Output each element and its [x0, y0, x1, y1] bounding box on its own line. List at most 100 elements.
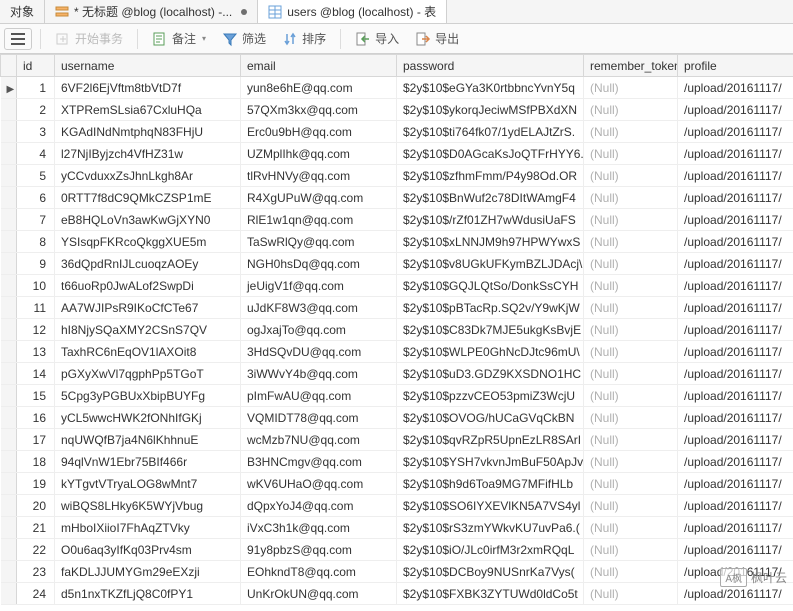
- cell-password[interactable]: $2y$10$uD3.GDZ9KXSDNO1HC: [397, 363, 584, 385]
- cell-id[interactable]: 1: [17, 77, 55, 99]
- tab-untitled-query[interactable]: * 无标题 @blog (localhost) -...: [45, 0, 258, 23]
- cell-username[interactable]: yCCvduxxZsJhnLkgh8Ar: [55, 165, 241, 187]
- cell-profile[interactable]: /upload/20161117/: [678, 451, 793, 473]
- cell-password[interactable]: $2y$10$qvRZpR5UpnEzLR8SArI: [397, 429, 584, 451]
- cell-username[interactable]: O0u6aq3yIfKq03Prv4sm: [55, 539, 241, 561]
- table-row[interactable]: 60RTT7f8dC9QMkCZSP1mER4XgUPuW@qq.com$2y$…: [1, 187, 793, 209]
- cell-id[interactable]: 7: [17, 209, 55, 231]
- cell-email[interactable]: yun8e6hE@qq.com: [241, 77, 397, 99]
- table-row[interactable]: 12hI8NjySQaXMY2CSnS7QVogJxajTo@qq.com$2y…: [1, 319, 793, 341]
- begin-transaction-button[interactable]: 开始事务: [49, 27, 129, 50]
- cell-username[interactable]: t66uoRp0JwALof2SwpDi: [55, 275, 241, 297]
- cell-remember-token[interactable]: (Null): [584, 187, 678, 209]
- cell-username[interactable]: hI8NjySQaXMY2CSnS7QV: [55, 319, 241, 341]
- cell-email[interactable]: iVxC3h1k@qq.com: [241, 517, 397, 539]
- cell-password[interactable]: $2y$10$h9d6Toa9MG7MFifHLb: [397, 473, 584, 495]
- cell-id[interactable]: 4: [17, 143, 55, 165]
- cell-username[interactable]: 6VF2l6EjVftm8tbVtD7f: [55, 77, 241, 99]
- cell-email[interactable]: dQpxYoJ4@qq.com: [241, 495, 397, 517]
- cell-email[interactable]: jeUigV1f@qq.com: [241, 275, 397, 297]
- cell-username[interactable]: mHboIXiioI7FhAqZTVky: [55, 517, 241, 539]
- cell-profile[interactable]: /upload/20161117/: [678, 253, 793, 275]
- cell-remember-token[interactable]: (Null): [584, 209, 678, 231]
- cell-password[interactable]: $2y$10$eGYa3K0rtbbncYvnY5q: [397, 77, 584, 99]
- cell-remember-token[interactable]: (Null): [584, 407, 678, 429]
- cell-id[interactable]: 5: [17, 165, 55, 187]
- cell-remember-token[interactable]: (Null): [584, 429, 678, 451]
- cell-password[interactable]: $2y$10$WLPE0GhNcDJtc96mU\: [397, 341, 584, 363]
- cell-password[interactable]: $2y$10$ykorqJeciwMSfPBXdXN: [397, 99, 584, 121]
- table-row[interactable]: 1894qlVnW1Ebr75BIf466rB3HNCmgv@qq.com$2y…: [1, 451, 793, 473]
- cell-remember-token[interactable]: (Null): [584, 99, 678, 121]
- cell-email[interactable]: 3HdSQvDU@qq.com: [241, 341, 397, 363]
- cell-password[interactable]: $2y$10$zfhmFmm/P4y98Od.OR: [397, 165, 584, 187]
- cell-id[interactable]: 21: [17, 517, 55, 539]
- cell-remember-token[interactable]: (Null): [584, 77, 678, 99]
- cell-password[interactable]: $2y$10$pBTacRp.SQ2v/Y9wKjW: [397, 297, 584, 319]
- cell-profile[interactable]: /upload/20161117/: [678, 143, 793, 165]
- table-row[interactable]: 17nqUWQfB7ja4N6lKhhnuEwcMzb7NU@qq.com$2y…: [1, 429, 793, 451]
- table-row[interactable]: 8YSIsqpFKRcoQkggXUE5mTaSwRlQy@qq.com$2y$…: [1, 231, 793, 253]
- cell-id[interactable]: 3: [17, 121, 55, 143]
- cell-remember-token[interactable]: (Null): [584, 275, 678, 297]
- cell-remember-token[interactable]: (Null): [584, 363, 678, 385]
- cell-remember-token[interactable]: (Null): [584, 385, 678, 407]
- cell-remember-token[interactable]: (Null): [584, 539, 678, 561]
- cell-password[interactable]: $2y$10$/rZf01ZH7wWdusiUaFS: [397, 209, 584, 231]
- cell-username[interactable]: faKDLJJUMYGm29eEXzji: [55, 561, 241, 583]
- cell-remember-token[interactable]: (Null): [584, 319, 678, 341]
- cell-profile[interactable]: /upload/20161117/: [678, 165, 793, 187]
- table-row[interactable]: 16yCL5wwcHWK2fONhIfGKjVQMIDT78@qq.com$2y…: [1, 407, 793, 429]
- cell-id[interactable]: 16: [17, 407, 55, 429]
- cell-profile[interactable]: /upload/20161117/: [678, 99, 793, 121]
- table-row[interactable]: ▶16VF2l6EjVftm8tbVtD7fyun8e6hE@qq.com$2y…: [1, 77, 793, 99]
- cell-password[interactable]: $2y$10$SO6IYXEVlKN5A7VS4yl: [397, 495, 584, 517]
- import-button[interactable]: 导入: [349, 27, 405, 50]
- table-row[interactable]: 4l27NjIByjzch4VfHZ31wUZMplIhk@qq.com$2y$…: [1, 143, 793, 165]
- cell-email[interactable]: TaSwRlQy@qq.com: [241, 231, 397, 253]
- cell-remember-token[interactable]: (Null): [584, 297, 678, 319]
- cell-profile[interactable]: /upload/20161117/: [678, 187, 793, 209]
- cell-username[interactable]: l27NjIByjzch4VfHZ31w: [55, 143, 241, 165]
- table-row[interactable]: 10t66uoRp0JwALof2SwpDijeUigV1f@qq.com$2y…: [1, 275, 793, 297]
- cell-password[interactable]: $2y$10$v8UGkUFKymBZLJDAcj\: [397, 253, 584, 275]
- cell-id[interactable]: 23: [17, 561, 55, 583]
- table-row[interactable]: 11AA7WJIPsR9IKoCfCTe67uJdKF8W3@qq.com$2y…: [1, 297, 793, 319]
- cell-profile[interactable]: /upload/20161117/: [678, 319, 793, 341]
- cell-username[interactable]: nqUWQfB7ja4N6lKhhnuE: [55, 429, 241, 451]
- cell-password[interactable]: $2y$10$rS3zmYWkvKU7uvPa6.(: [397, 517, 584, 539]
- memo-button[interactable]: 备注 ▾: [146, 27, 212, 50]
- cell-email[interactable]: NGH0hsDq@qq.com: [241, 253, 397, 275]
- cell-id[interactable]: 20: [17, 495, 55, 517]
- cell-profile[interactable]: /upload/20161117/: [678, 539, 793, 561]
- cell-email[interactable]: UZMplIhk@qq.com: [241, 143, 397, 165]
- cell-profile[interactable]: /upload/20161117/: [678, 121, 793, 143]
- cell-profile[interactable]: /upload/20161117/: [678, 341, 793, 363]
- tab-users-table[interactable]: users @blog (localhost) - 表: [258, 0, 447, 23]
- cell-id[interactable]: 14: [17, 363, 55, 385]
- cell-id[interactable]: 2: [17, 99, 55, 121]
- column-header-profile[interactable]: profile: [678, 55, 793, 77]
- cell-password[interactable]: $2y$10$OVOG/hUCaGVqCkBN: [397, 407, 584, 429]
- cell-email[interactable]: wcMzb7NU@qq.com: [241, 429, 397, 451]
- cell-username[interactable]: TaxhRC6nEqOV1lAXOit8: [55, 341, 241, 363]
- cell-profile[interactable]: /upload/20161117/: [678, 231, 793, 253]
- table-row[interactable]: 23faKDLJJUMYGm29eEXzjiEOhkndT8@qq.com$2y…: [1, 561, 793, 583]
- cell-username[interactable]: 94qlVnW1Ebr75BIf466r: [55, 451, 241, 473]
- cell-email[interactable]: EOhkndT8@qq.com: [241, 561, 397, 583]
- cell-profile[interactable]: /upload/20161117/: [678, 473, 793, 495]
- column-header-email[interactable]: email: [241, 55, 397, 77]
- cell-email[interactable]: Erc0u9bH@qq.com: [241, 121, 397, 143]
- cell-password[interactable]: $2y$10$xLNNJM9h97HPWYwxS: [397, 231, 584, 253]
- cell-profile[interactable]: /upload/20161117/: [678, 517, 793, 539]
- cell-email[interactable]: wKV6UHaO@qq.com: [241, 473, 397, 495]
- cell-username[interactable]: kYTgvtVTryaLOG8wMnt7: [55, 473, 241, 495]
- cell-id[interactable]: 19: [17, 473, 55, 495]
- cell-remember-token[interactable]: (Null): [584, 561, 678, 583]
- cell-email[interactable]: tlRvHNVy@qq.com: [241, 165, 397, 187]
- cell-password[interactable]: $2y$10$DCBoy9NUSnrKa7Vys(: [397, 561, 584, 583]
- cell-profile[interactable]: /upload/20161117/: [678, 275, 793, 297]
- cell-password[interactable]: $2y$10$iO/JLc0irfM3r2xmRQqL: [397, 539, 584, 561]
- table-row[interactable]: 5yCCvduxxZsJhnLkgh8ArtlRvHNVy@qq.com$2y$…: [1, 165, 793, 187]
- export-button[interactable]: 导出: [409, 27, 465, 50]
